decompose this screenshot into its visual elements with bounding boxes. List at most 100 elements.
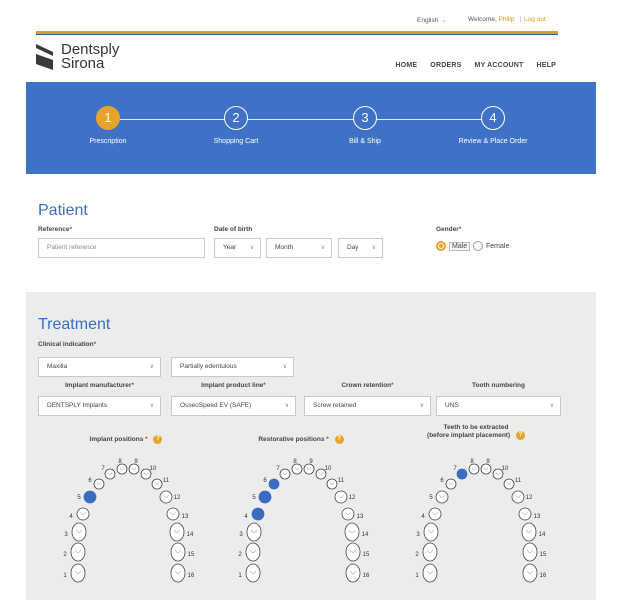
tooth-numbering-select[interactable]: UNS ∨ — [436, 396, 561, 416]
tooth-shape — [128, 463, 140, 475]
tooth-number-label: 9 — [309, 459, 313, 465]
tooth-7[interactable]: 7 — [101, 466, 116, 480]
tooth-2[interactable]: 2 — [415, 542, 438, 562]
tooth-13[interactable]: 13 — [166, 507, 189, 521]
tooth-3[interactable]: 3 — [416, 522, 439, 542]
nav-home[interactable]: HOME — [395, 62, 417, 69]
product-line-select[interactable]: OsseoSpeed EV (SAFE) ∨ — [171, 396, 296, 416]
tooth-shape — [70, 542, 86, 562]
tooth-3[interactable]: 3 — [239, 522, 262, 542]
tooth-number-label: 3 — [416, 532, 420, 538]
dob-day-select[interactable]: Day ∨ — [338, 238, 383, 258]
tooth-shape — [291, 463, 303, 475]
tooth-12[interactable]: 12 — [334, 490, 356, 504]
tooth-7[interactable]: 7 — [453, 466, 468, 480]
tooth-11[interactable]: 11 — [151, 478, 170, 490]
dob-year-select[interactable]: Year ∨ — [214, 238, 261, 258]
help-icon[interactable]: ? — [334, 435, 344, 444]
nav-my-account[interactable]: MY ACCOUNT — [474, 62, 523, 69]
tooth-10[interactable]: 10 — [315, 466, 332, 480]
help-icon[interactable]: ? — [515, 431, 525, 440]
jaw-select[interactable]: Maxilla ∨ — [38, 357, 161, 377]
dob-month-select[interactable]: Month ∨ — [266, 238, 332, 258]
crown-retention-select[interactable]: Screw retained ∨ — [304, 396, 431, 416]
step-review-place-order[interactable]: 4 Review & Place Order — [453, 106, 533, 145]
tooth-15[interactable]: 15 — [170, 542, 195, 562]
tooth-16[interactable]: 16 — [170, 563, 195, 583]
tooth-12[interactable]: 12 — [511, 490, 533, 504]
tooth-9[interactable]: 9 — [480, 459, 492, 475]
tooth-4[interactable]: 4 — [69, 507, 90, 521]
tooth-3[interactable]: 3 — [64, 522, 87, 542]
main-nav: HOME ORDERS MY ACCOUNT HELP — [395, 62, 556, 69]
language-selector[interactable]: English ⌄ — [417, 16, 447, 24]
tooth-2[interactable]: 2 — [238, 542, 261, 562]
tooth-4[interactable]: 4 — [244, 507, 265, 521]
tooth-6[interactable]: 6 — [440, 478, 457, 490]
tooth-13[interactable]: 13 — [518, 507, 541, 521]
step-shopping-cart[interactable]: 2 Shopping Cart — [196, 106, 276, 145]
tooth-15[interactable]: 15 — [345, 542, 370, 562]
step-prescription[interactable]: 1 Prescription — [68, 106, 148, 145]
tooth-9[interactable]: 9 — [128, 459, 140, 475]
dob-label: Date of birth — [214, 226, 253, 233]
tooth-11[interactable]: 11 — [503, 478, 522, 490]
required-mark: * — [93, 341, 97, 348]
help-icon[interactable]: ? — [153, 435, 163, 444]
nav-help[interactable]: HELP — [537, 62, 556, 69]
manufacturer-select[interactable]: DENTSPLY Implants ∨ — [38, 396, 161, 416]
chevron-down-icon: ∨ — [284, 403, 289, 409]
tooth-number-label: 9 — [134, 459, 138, 465]
tooth-8[interactable]: 8 — [468, 459, 480, 475]
step-bill-ship[interactable]: 3 Bill & Ship — [325, 106, 405, 145]
tooth-14[interactable]: 14 — [521, 522, 546, 542]
tooth-12[interactable]: 12 — [159, 490, 181, 504]
tooth-shape — [522, 542, 538, 562]
tooth-10[interactable]: 10 — [140, 466, 157, 480]
tooth-5[interactable]: 5 — [77, 490, 97, 504]
tooth-8[interactable]: 8 — [116, 459, 128, 475]
user-name[interactable]: Philip — [499, 16, 515, 23]
manufacturer-value: DENTSPLY Implants — [47, 402, 108, 409]
teeth-extracted-line-2-text: (before implant placement) — [427, 432, 511, 440]
tooth-1[interactable]: 1 — [63, 563, 86, 583]
tooth-number-label: 2 — [63, 552, 67, 558]
tooth-number-label: 16 — [540, 573, 547, 579]
tooth-6[interactable]: 6 — [263, 478, 280, 490]
tooth-5[interactable]: 5 — [252, 490, 272, 504]
gender-female-radio[interactable]: Female — [473, 241, 509, 251]
brand-logo[interactable]: Dentsply Sirona — [36, 40, 119, 74]
tooth-1[interactable]: 1 — [238, 563, 261, 583]
tooth-5[interactable]: 5 — [429, 490, 449, 504]
tooth-8[interactable]: 8 — [291, 459, 303, 475]
tooth-shape — [76, 507, 90, 521]
tooth-shape — [344, 522, 360, 542]
tooth-14[interactable]: 14 — [169, 522, 194, 542]
tooth-15[interactable]: 15 — [522, 542, 547, 562]
tooth-shape — [503, 478, 515, 490]
tooth-11[interactable]: 11 — [326, 478, 345, 490]
tooth-16[interactable]: 16 — [345, 563, 370, 583]
tooth-16[interactable]: 16 — [522, 563, 547, 583]
tooth-shape — [279, 468, 291, 480]
manufacturer-label: Implant manufacturer* — [38, 382, 161, 389]
tooth-7[interactable]: 7 — [276, 466, 291, 480]
reference-input[interactable]: Patient reference — [38, 238, 205, 258]
chevron-down-icon: ∨ — [149, 364, 154, 370]
tooth-shape — [169, 522, 185, 542]
tooth-9[interactable]: 9 — [303, 459, 315, 475]
implant-positions-chart: 1 2 3 4 5 6 7 8 9 10 11 12 13 14 15 16 — [56, 452, 196, 600]
tooth-6[interactable]: 6 — [88, 478, 105, 490]
tooth-1[interactable]: 1 — [415, 563, 438, 583]
tooth-10[interactable]: 10 — [492, 466, 509, 480]
tooth-4[interactable]: 4 — [421, 507, 442, 521]
tooth-14[interactable]: 14 — [344, 522, 369, 542]
logout-link[interactable]: Log out — [524, 16, 546, 23]
tooth-number-label: 5 — [252, 495, 256, 501]
gender-male-radio[interactable]: Male — [436, 241, 471, 251]
step-label: Shopping Cart — [213, 138, 259, 145]
tooth-13[interactable]: 13 — [341, 507, 364, 521]
edentulous-select[interactable]: Partially edentulous ∨ — [171, 357, 294, 377]
tooth-2[interactable]: 2 — [63, 542, 86, 562]
nav-orders[interactable]: ORDERS — [430, 62, 461, 69]
